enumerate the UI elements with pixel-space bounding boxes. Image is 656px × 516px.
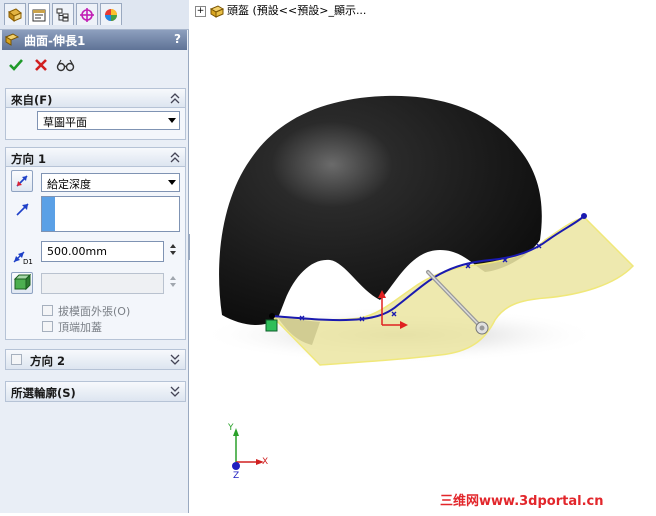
depth-spinner[interactable] [168, 241, 178, 262]
model-view: Y X Z [200, 95, 635, 481]
display-manager-tab[interactable] [100, 3, 122, 25]
end-condition-select[interactable]: 給定深度 [41, 173, 180, 192]
svg-text:D1: D1 [23, 258, 33, 266]
check-icon [9, 59, 23, 71]
depth-input[interactable]: 500.00mm [41, 241, 164, 262]
cap-end-checkbox[interactable] [42, 321, 53, 332]
cap-end-label: 頂端加蓋 [58, 321, 102, 334]
draft-angle-spinner[interactable] [168, 273, 178, 294]
property-manager-panel: 曲面-伸長1 ? 來自(F) 草圖平面 方向 1 給定深度 D1 500.00m… [0, 0, 189, 513]
feature-manager-tab[interactable] [4, 3, 26, 25]
watermark-text: 三维网www.3dportal.cn [440, 494, 604, 509]
preview-button[interactable] [56, 55, 76, 75]
from-group: 來自(F) 草圖平面 [5, 88, 186, 140]
view-triad: Y X Z [227, 423, 268, 481]
direction2-group-title: 方向 2 [30, 354, 66, 368]
direction2-checkbox[interactable] [11, 354, 22, 365]
start-condition-select[interactable]: 草圖平面 [37, 111, 180, 130]
glasses-icon [56, 59, 75, 72]
dropdown-arrow-icon [168, 180, 176, 185]
start-plane-marker [265, 319, 278, 332]
triad-y-label: Y [227, 423, 234, 433]
direction1-group-header[interactable]: 方向 1 [6, 148, 185, 167]
graphics-area[interactable]: Y X Z [190, 0, 656, 513]
feature-tree-flyout[interactable]: + 頭盔 (預設<<預設>_顯示... [195, 2, 366, 18]
direction1-group-title: 方向 1 [11, 152, 47, 166]
draft-angle-input[interactable] [41, 273, 164, 294]
property-manager-tab[interactable] [28, 3, 50, 25]
draft-outward-label: 拔模面外張(O) [58, 305, 131, 318]
expand-chevron-icon [170, 386, 180, 397]
part-icon [209, 4, 224, 18]
direction2-group-header[interactable]: 方向 2 [6, 350, 185, 369]
collapse-chevron-icon [170, 93, 180, 104]
sketch-endpoint [269, 313, 275, 319]
help-button[interactable]: ? [174, 32, 181, 46]
dimxpert-tab[interactable] [76, 3, 98, 25]
depth-dimension-icon: D1 [13, 251, 33, 266]
from-group-title: 來自(F) [11, 93, 53, 107]
contours-group: 所選輪廓(S) [5, 381, 186, 402]
draft-outward-checkbox[interactable] [42, 305, 53, 316]
triad-z-label: Z [233, 471, 239, 481]
reverse-direction-button[interactable] [11, 170, 33, 192]
triad-x-label: X [262, 457, 268, 467]
configuration-manager-tab[interactable] [52, 3, 74, 25]
direction2-group: 方向 2 [5, 349, 186, 370]
feature-title-bar: 曲面-伸長1 ? [2, 30, 187, 50]
tree-part-label: 頭盔 (預設<<預設>_顯示... [227, 4, 367, 17]
x-icon [35, 59, 47, 71]
property-manager-icon [32, 9, 46, 21]
direction1-group: 方向 1 給定深度 D1 500.00mm 拔模面外張(O) 頂端加蓋 [5, 147, 186, 340]
expand-chevron-icon [170, 354, 180, 365]
draft-toggle-button[interactable] [11, 272, 33, 294]
feature-title: 曲面-伸長1 [24, 34, 86, 48]
selection-box-highlight [42, 197, 55, 231]
dimxpert-icon [80, 7, 94, 22]
manager-tabs [0, 0, 189, 30]
extruded-surface-icon [5, 33, 19, 46]
direction-vector-selection-box[interactable] [41, 196, 180, 232]
reverse-direction-icon [16, 175, 28, 187]
from-group-header[interactable]: 來自(F) [6, 89, 185, 108]
collapse-chevron-icon [170, 152, 180, 163]
tree-expand-toggle[interactable]: + [195, 5, 206, 17]
configuration-manager-icon [56, 8, 69, 21]
cancel-button[interactable] [31, 55, 51, 75]
display-manager-icon [105, 8, 117, 21]
dropdown-arrow-icon [168, 118, 176, 123]
draft-icon [13, 273, 32, 291]
feature-manager-icon [8, 7, 22, 22]
ok-button[interactable] [6, 55, 26, 75]
contours-group-title: 所選輪廓(S) [11, 386, 76, 400]
sketch-endpoint [581, 213, 587, 219]
contours-group-header[interactable]: 所選輪廓(S) [6, 382, 185, 401]
direction-vector-icon [16, 203, 29, 216]
